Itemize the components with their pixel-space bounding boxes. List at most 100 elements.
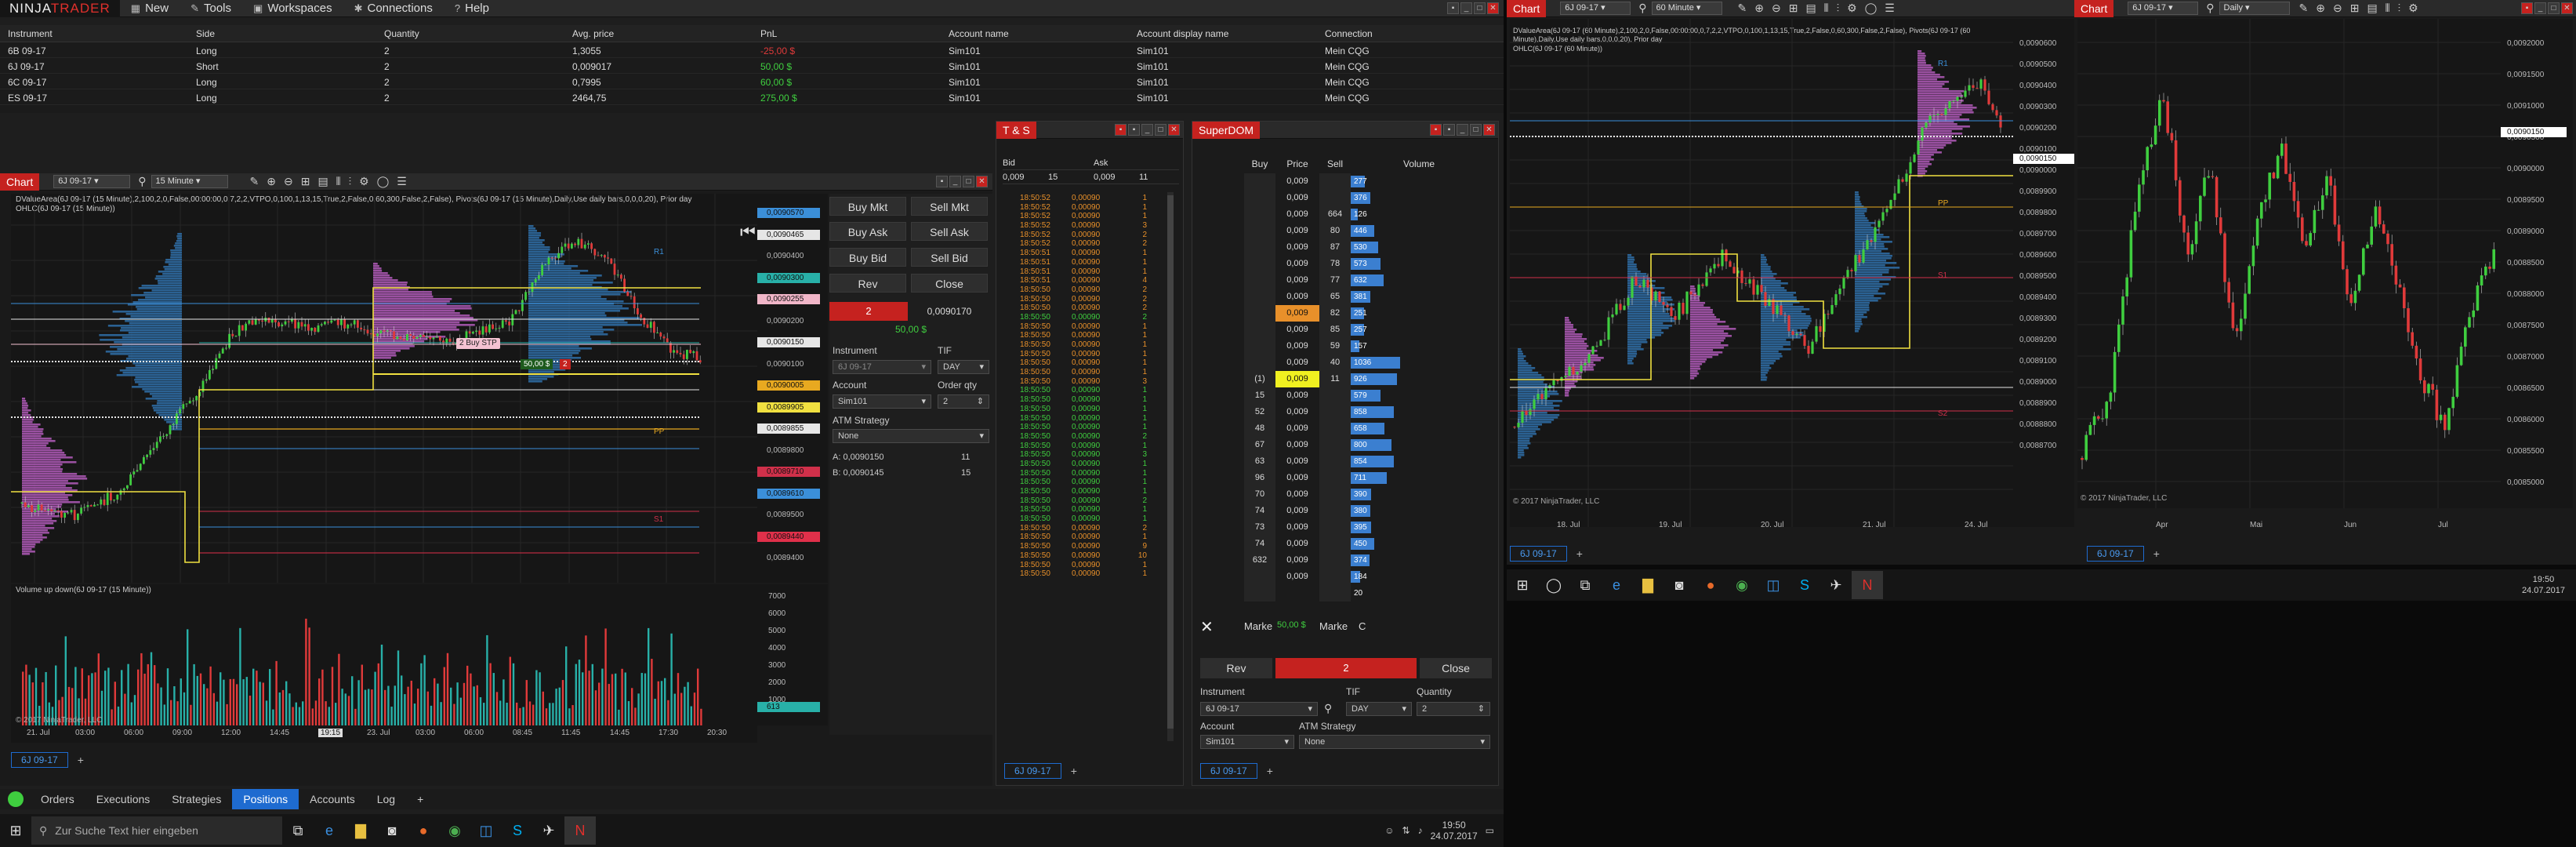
dom-sell-cell[interactable] bbox=[1319, 519, 1351, 536]
crosshair-icon[interactable]: ⊞ bbox=[2350, 2, 2360, 15]
instrument-select[interactable]: 6J 09-17 ▾ bbox=[53, 175, 131, 188]
dom-buy-cell[interactable]: 74 bbox=[1244, 503, 1275, 519]
close-position-button[interactable]: Close bbox=[911, 274, 988, 293]
dom-buy-cell[interactable]: 48 bbox=[1244, 420, 1275, 437]
dom-sell-cell[interactable] bbox=[1319, 486, 1351, 503]
pin-icon[interactable]: ▪ bbox=[936, 176, 948, 187]
pin-icon[interactable]: ▪ bbox=[1447, 2, 1459, 14]
edge-icon[interactable]: e bbox=[314, 816, 345, 845]
interval-select[interactable]: 15 Minute ▾ bbox=[151, 175, 228, 188]
dom-price-cell[interactable]: 0,009 bbox=[1275, 256, 1319, 272]
dom-ladder[interactable]: 0,009 277 0,009 376 0,009 664 126 0,009 80 446 0,0… bbox=[1244, 173, 1487, 602]
close-button[interactable]: ✕ bbox=[1487, 2, 1499, 14]
dom-price-cell[interactable]: 0,009 bbox=[1275, 338, 1319, 354]
dom-row[interactable]: 15 0,009 579 bbox=[1244, 387, 1487, 404]
bars-icon[interactable]: ⫴ bbox=[336, 175, 341, 188]
skype-icon[interactable]: S bbox=[502, 816, 533, 845]
maximize-button[interactable]: □ bbox=[2548, 2, 2560, 14]
dom-buy-cell[interactable] bbox=[1244, 223, 1275, 239]
market-buy-button[interactable]: Marke bbox=[1244, 620, 1272, 632]
dom-sell-cell[interactable] bbox=[1319, 470, 1351, 486]
dom-row[interactable]: 632 0,009 374 bbox=[1244, 552, 1487, 569]
dom-row[interactable]: 67 0,009 800 bbox=[1244, 437, 1487, 453]
maximize-button[interactable]: □ bbox=[1474, 2, 1486, 14]
dom-sell-cell[interactable]: 77 bbox=[1319, 272, 1351, 289]
instrument-select[interactable]: 6J 09-17 ▾ bbox=[1560, 2, 1631, 15]
dom-sell-cell[interactable] bbox=[1319, 387, 1351, 404]
close-button[interactable]: ✕ bbox=[976, 176, 988, 187]
dom-buy-cell[interactable] bbox=[1244, 289, 1275, 305]
dom-price-cell[interactable]: 0,009 bbox=[1275, 470, 1319, 486]
app2-icon[interactable]: ✈ bbox=[1820, 571, 1852, 599]
tab-log[interactable]: Log bbox=[366, 789, 406, 809]
tab-executions[interactable]: Executions bbox=[85, 789, 161, 809]
dom-price-cell[interactable]: 0,009 bbox=[1275, 536, 1319, 552]
dom-row[interactable]: 74 0,009 450 bbox=[1244, 536, 1487, 552]
sell-ask-button[interactable]: Sell Ask bbox=[911, 222, 988, 241]
dom-buy-cell[interactable] bbox=[1244, 305, 1275, 322]
dom-row[interactable]: 0,009 376 bbox=[1244, 190, 1487, 206]
dom-sell-cell[interactable]: 664 bbox=[1319, 206, 1351, 223]
dom-row[interactable]: 0,009 664 126 bbox=[1244, 206, 1487, 223]
tab-6j[interactable]: 6J 09-17 bbox=[1200, 763, 1257, 779]
search-icon[interactable]: ⚲ bbox=[2206, 2, 2214, 15]
instrument-select[interactable]: 6J 09-17 ▾ bbox=[833, 360, 931, 374]
add-tab-icon[interactable]: + bbox=[1570, 546, 1589, 562]
reverse-button[interactable]: Rev bbox=[1200, 658, 1272, 678]
account-select[interactable]: Sim101 ▾ bbox=[1200, 735, 1294, 749]
dom-buy-cell[interactable]: 15 bbox=[1244, 387, 1275, 404]
firefox-icon[interactable]: ● bbox=[1695, 571, 1726, 599]
buy-stop-order-marker[interactable]: 2 Buy STP bbox=[456, 338, 500, 349]
app-icon[interactable]: ◫ bbox=[1758, 571, 1789, 599]
dom-sell-cell[interactable] bbox=[1319, 173, 1351, 190]
atm-select[interactable]: None ▾ bbox=[833, 429, 989, 443]
ninjatrader-icon[interactable]: N bbox=[564, 816, 596, 845]
dom-price-cell[interactable]: 0,009 bbox=[1275, 404, 1319, 420]
dom-price-cell[interactable]: 0,009 bbox=[1275, 305, 1319, 322]
folder-icon[interactable]: ▇ bbox=[345, 816, 376, 845]
record-icon[interactable]: ◯ bbox=[377, 175, 390, 188]
dom-price-cell[interactable]: 0,009 bbox=[1275, 239, 1319, 256]
order-qty-stepper[interactable]: 2 ⇕ bbox=[938, 394, 989, 409]
dom-price-cell[interactable]: 0,009 bbox=[1275, 387, 1319, 404]
indicators-icon[interactable]: ⫶ bbox=[2398, 2, 2401, 15]
dom-row[interactable]: 52 0,009 858 bbox=[1244, 404, 1487, 420]
dom-buy-cell[interactable] bbox=[1244, 585, 1275, 602]
dom-price-cell[interactable]: 0,009 bbox=[1275, 173, 1319, 190]
column-header[interactable]: Quantity bbox=[376, 25, 564, 42]
dom-sell-cell[interactable] bbox=[1319, 404, 1351, 420]
store-icon[interactable]: ◙ bbox=[376, 816, 408, 845]
strategies-icon[interactable]: ⚙ bbox=[1847, 2, 1857, 15]
column-header[interactable]: Avg. price bbox=[564, 25, 753, 42]
dom-sell-cell[interactable]: 85 bbox=[1319, 322, 1351, 338]
dom-price-cell[interactable]: 0,009 bbox=[1275, 519, 1319, 536]
dom-price-cell[interactable]: 0,009 bbox=[1275, 190, 1319, 206]
dom-row[interactable]: 96 0,009 711 bbox=[1244, 470, 1487, 486]
zoom-in-icon[interactable]: ⊕ bbox=[1754, 2, 1764, 15]
table-row[interactable]: 6B 09-17 Long 2 1,3055 -25,00 $ Sim101 Sim101 M… bbox=[0, 42, 1504, 58]
draw-icon[interactable]: ✎ bbox=[2299, 2, 2309, 15]
table-row[interactable]: ES 09-17 Long 2 2464,75 275,00 $ Sim101 Sim101… bbox=[0, 89, 1504, 105]
dom-sell-cell[interactable]: 78 bbox=[1319, 256, 1351, 272]
dom-sell-cell[interactable]: 40 bbox=[1319, 354, 1351, 371]
strategies-icon[interactable]: ⚙ bbox=[2408, 2, 2418, 15]
dom-buy-cell[interactable] bbox=[1244, 173, 1275, 190]
dom-row[interactable]: 73 0,009 395 bbox=[1244, 519, 1487, 536]
column-header[interactable]: Instrument bbox=[0, 25, 188, 42]
dom-price-cell[interactable]: 0,009 bbox=[1275, 486, 1319, 503]
close-button[interactable]: ✕ bbox=[2561, 2, 2573, 14]
dom-buy-cell[interactable]: 632 bbox=[1244, 552, 1275, 569]
minimize-button[interactable]: _ bbox=[1460, 2, 1472, 14]
dom-price-cell[interactable]: 0,009 bbox=[1275, 354, 1319, 371]
dom-row[interactable]: 0,009 77 632 bbox=[1244, 272, 1487, 289]
dom-buy-cell[interactable] bbox=[1244, 206, 1275, 223]
draw-icon[interactable]: ✎ bbox=[1738, 2, 1747, 15]
dom-sell-cell[interactable]: 82 bbox=[1319, 305, 1351, 322]
cortana-icon[interactable]: ◯ bbox=[1538, 571, 1569, 599]
atm-select[interactable]: None ▾ bbox=[1299, 735, 1490, 749]
task-view-icon[interactable]: ⧉ bbox=[1569, 571, 1601, 599]
dom-sell-cell[interactable]: 80 bbox=[1319, 223, 1351, 239]
bars-icon[interactable]: ⫴ bbox=[2386, 2, 2390, 15]
dom-sell-cell[interactable] bbox=[1319, 453, 1351, 470]
dom-row[interactable]: 0,009 40 1036 bbox=[1244, 354, 1487, 371]
